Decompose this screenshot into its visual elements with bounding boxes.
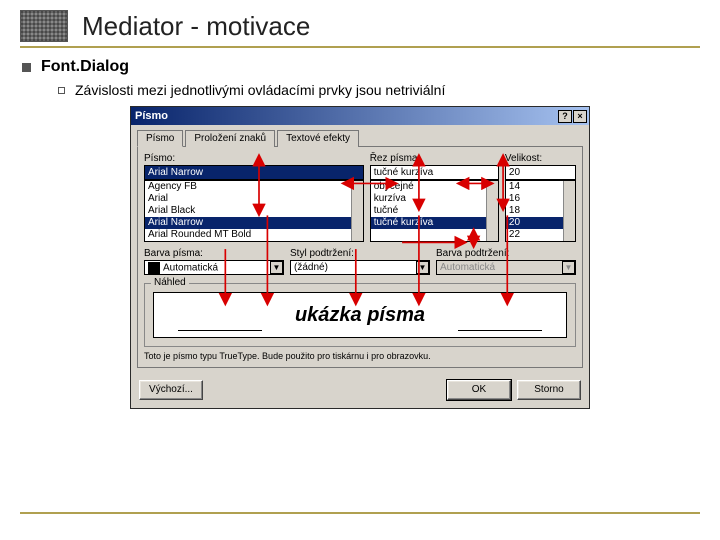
ok-button-label: OK (472, 384, 486, 395)
list-item[interactable]: Agency FB (145, 181, 363, 193)
underline-dropdown[interactable]: (žádné) ▼ (290, 260, 430, 275)
font-column: Písmo: Arial Narrow Agency FB Arial Aria… (144, 153, 364, 242)
list-item[interactable]: Arial Black (145, 205, 363, 217)
underline-color-label: Barva podtržení: (436, 248, 576, 259)
dialog-title: Písmo (135, 110, 168, 122)
preview-legend: Náhled (151, 277, 189, 288)
close-button[interactable]: × (573, 110, 587, 123)
underline-column: Styl podtržení: (žádné) ▼ (290, 248, 430, 275)
hint-text: Toto je písmo typu TrueType. Bude použit… (144, 351, 576, 361)
list-item[interactable]: Arial (145, 193, 363, 205)
preview-line-icon (458, 330, 542, 331)
scrollbar[interactable] (351, 181, 363, 241)
tab-font[interactable]: Písmo (137, 130, 183, 147)
tab-spacing[interactable]: Proložení znaků (185, 130, 275, 147)
slide-header: Mediator - motivace (20, 10, 700, 48)
color-value: Automatická (163, 262, 218, 273)
scrollbar[interactable] (563, 181, 575, 241)
bullet-square-icon (22, 63, 31, 72)
size-column: Velikost: 20 14 16 18 20 22 (505, 153, 576, 242)
underline-color-value: Automatická (440, 262, 495, 273)
style-listbox[interactable]: obyčejné kurzíva tučné tučné kurzíva (370, 180, 499, 242)
font-listbox[interactable]: Agency FB Arial Arial Black Arial Narrow… (144, 180, 364, 242)
help-button[interactable]: ? (558, 110, 572, 123)
list-item[interactable]: Arial Rounded MT Bold (145, 229, 363, 241)
chevron-down-icon: ▼ (270, 261, 283, 274)
tab-font-label: Písmo (146, 133, 174, 144)
color-dropdown[interactable]: Automatická ▼ (144, 260, 284, 275)
font-label: Písmo: (144, 153, 364, 164)
style-input-text: tučné kurzíva (374, 167, 433, 178)
size-label: Velikost: (505, 153, 576, 164)
logo-icon (20, 10, 68, 42)
font-dialog: Písmo ? × Písmo Proložení znaků Textové … (130, 106, 590, 409)
bullet-level-2: Závislosti mezi jednotlivými ovládacími … (58, 82, 700, 98)
underline-color-column: Barva podtržení: Automatická ▼ (436, 248, 576, 275)
titlebar: Písmo ? × (131, 107, 589, 125)
cancel-button-label: Storno (534, 384, 563, 395)
bullet-2-text: Závislosti mezi jednotlivými ovládacími … (75, 82, 445, 98)
button-row: Výchozí... OK Storno (131, 374, 589, 408)
preview-fieldset: Náhled ukázka písma (144, 283, 576, 347)
size-input-text: 20 (509, 167, 520, 178)
style-column: Řez písma: tučné kurzíva obyčejné kurzív… (370, 153, 499, 242)
style-label: Řez písma: (370, 153, 499, 164)
size-listbox[interactable]: 14 16 18 20 22 (505, 180, 576, 242)
dialog-wrap: Písmo ? × Písmo Proložení znaků Textové … (130, 106, 590, 409)
window-buttons: ? × (558, 110, 587, 123)
tab-body: Písmo: Arial Narrow Agency FB Arial Aria… (137, 146, 583, 368)
list-item[interactable]: kurzíva (371, 193, 498, 205)
bullet-hollow-square-icon (58, 87, 65, 94)
tabstrip: Písmo Proložení znaků Textové efekty (131, 125, 589, 146)
preview-line-icon (178, 330, 262, 331)
footer-rule (20, 512, 700, 514)
underline-label: Styl podtržení: (290, 248, 430, 259)
scrollbar[interactable] (486, 181, 498, 241)
tab-effects-label: Textové efekty (286, 133, 350, 144)
list-item[interactable]: obyčejné (371, 181, 498, 193)
size-input[interactable]: 20 (505, 165, 576, 180)
underline-color-dropdown: Automatická ▼ (436, 260, 576, 275)
font-input[interactable]: Arial Narrow (144, 165, 364, 180)
bullet-level-1: Font.Dialog (22, 58, 700, 76)
ok-button[interactable]: OK (447, 380, 511, 400)
tab-spacing-label: Proložení znaků (194, 133, 266, 144)
color-label: Barva písma: (144, 248, 284, 259)
font-input-text: Arial Narrow (148, 167, 203, 178)
color-column: Barva písma: Automatická ▼ (144, 248, 284, 275)
chevron-down-icon: ▼ (416, 261, 429, 274)
default-button[interactable]: Výchozí... (139, 380, 203, 400)
bullet-1-text: Font.Dialog (41, 58, 129, 76)
cancel-button[interactable]: Storno (517, 380, 581, 400)
default-button-label: Výchozí... (149, 384, 193, 395)
underline-value: (žádné) (294, 262, 328, 273)
preview-text: ukázka písma (295, 304, 425, 327)
list-item[interactable]: Arial Narrow (145, 217, 363, 229)
preview-box: ukázka písma (153, 292, 567, 338)
color-swatch-icon (148, 262, 160, 274)
list-item[interactable]: tučné (371, 205, 498, 217)
slide-title: Mediator - motivace (82, 11, 310, 42)
list-item[interactable]: tučné kurzíva (371, 217, 498, 229)
chevron-down-icon: ▼ (562, 261, 575, 274)
tab-effects[interactable]: Textové efekty (277, 130, 359, 147)
style-input[interactable]: tučné kurzíva (370, 165, 499, 180)
